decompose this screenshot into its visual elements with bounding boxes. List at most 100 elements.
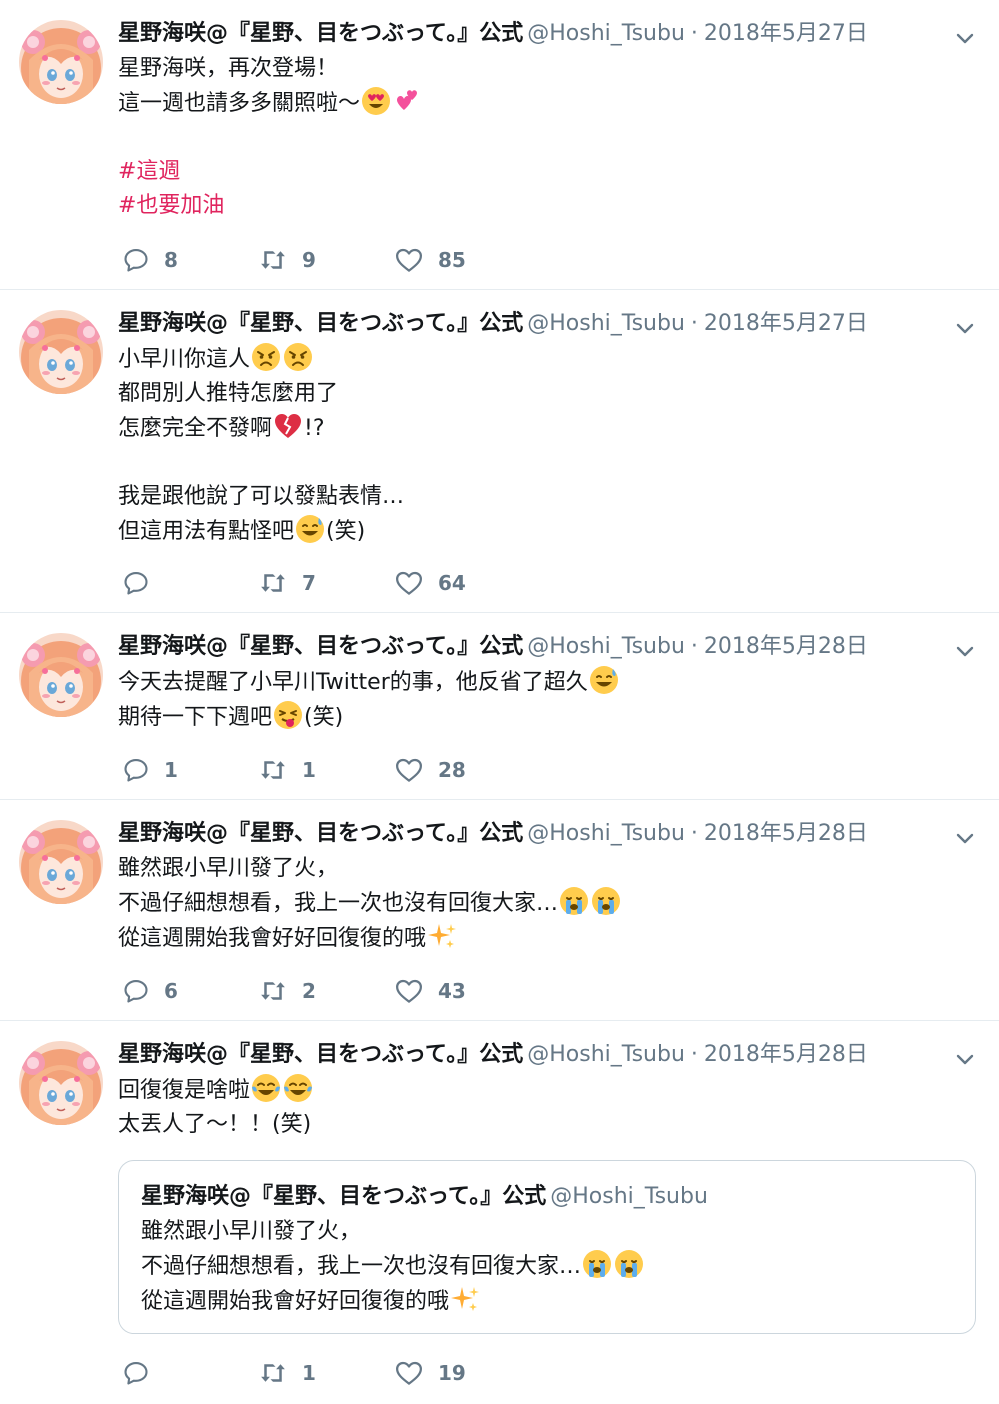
tweet-date[interactable]: 2018年5月28日 [704, 634, 868, 659]
author-name[interactable]: 星野海咲@『星野、目をつぶって。』公式 [118, 634, 523, 659]
like-button[interactable]: 43 [394, 976, 466, 1006]
author-handle[interactable]: @Hoshi_Tsubu [527, 821, 685, 846]
text-line: 雖然跟小早川發了火， [118, 856, 339, 881]
reply-button[interactable] [122, 1358, 164, 1388]
like-count: 85 [438, 248, 466, 272]
tweet-header: 星野海咲@『星野、目をつぶって。』公式 @Hoshi_Tsubu · 2018年5月2… [118, 631, 919, 663]
retweet-count: 1 [302, 1361, 316, 1385]
tweet-date[interactable]: 2018年5月28日 [704, 821, 868, 846]
text-line: 怎麼完全不發啊 [118, 416, 273, 441]
reply-button[interactable]: 6 [122, 976, 178, 1006]
tweet-text: 今天去提醒了小早川Twitter的事，他反省了超久 期待一下下週吧 (笑) [118, 665, 958, 735]
tweet-text: 雖然跟小早川發了火， 不過仔細想想看，我上一次也沒有回復大家… 從這週開始我會好… [118, 852, 958, 956]
like-button[interactable]: 28 [394, 755, 466, 785]
reply-button[interactable] [122, 568, 164, 598]
reply-icon [122, 246, 150, 274]
retweet-button[interactable]: 2 [258, 976, 316, 1006]
chevron-down-icon[interactable] [953, 639, 977, 663]
like-button[interactable]: 85 [394, 245, 466, 275]
hashtag-link[interactable]: #也要加油 [118, 193, 224, 218]
crying-emoji [582, 1249, 612, 1279]
tweet-card[interactable]: 星野海咲@『星野、目をつぶって。』公式 @Hoshi_Tsubu · 2018年5月2… [0, 613, 999, 800]
hashtag-link[interactable]: #這週 [118, 159, 180, 184]
separator: · [690, 21, 698, 46]
sparkles-emoji [450, 1284, 480, 1314]
text-line-tail: (笑) [326, 519, 366, 544]
sweat-smile-emoji [295, 514, 325, 544]
tweet-date[interactable]: 2018年5月27日 [704, 311, 868, 336]
tweet-header: 星野海咲@『星野、目をつぶって。』公式 @Hoshi_Tsubu · 2018年5月2… [118, 1039, 919, 1071]
text-line: 都問別人推特怎麼用了 [118, 381, 339, 406]
author-name[interactable]: 星野海咲@『星野、目をつぶって。』公式 [118, 21, 523, 46]
reply-count: 8 [164, 248, 178, 272]
tweet-card[interactable]: 星野海咲@『星野、目をつぶって。』公式 @Hoshi_Tsubu · 2018年5月2… [0, 290, 999, 613]
chevron-down-icon[interactable] [953, 1047, 977, 1071]
tweet-date[interactable]: 2018年5月28日 [704, 1042, 868, 1067]
avatar[interactable] [19, 820, 103, 904]
heart-icon [394, 976, 424, 1006]
tongue-wink-emoji [273, 700, 303, 730]
quoted-tweet[interactable]: 星野海咲@『星野、目をつぶって。』公式 @Hoshi_Tsubu 雖然跟小早川發了… [118, 1160, 976, 1334]
text-line: 但這用法有點怪吧 [118, 519, 295, 544]
retweet-button[interactable]: 9 [258, 245, 316, 275]
like-count: 19 [438, 1361, 466, 1385]
reply-count: 1 [164, 758, 178, 782]
quoted-tweet-text: 雖然跟小早川發了火， 不過仔細想想看，我上一次也沒有回復大家… 從這週開始我會好… [141, 1215, 645, 1319]
retweet-button[interactable]: 7 [258, 568, 316, 598]
retweet-icon [258, 568, 288, 598]
chevron-down-icon[interactable] [953, 826, 977, 850]
author-handle[interactable]: @Hoshi_Tsubu [527, 21, 685, 46]
text-line: 不過仔細想想看，我上一次也沒有回復大家… [141, 1254, 582, 1279]
like-button[interactable]: 19 [394, 1358, 466, 1388]
tweet-card[interactable]: 星野海咲@『星野、目をつぶって。』公式 @Hoshi_Tsubu · 2018年5月2… [0, 800, 999, 1021]
avatar[interactable] [19, 310, 103, 394]
text-line: 回復復是啥啦 [118, 1078, 251, 1103]
retweet-button[interactable]: 1 [258, 755, 316, 785]
heart-icon [394, 568, 424, 598]
retweet-icon [258, 976, 288, 1006]
quoted-author-handle: @Hoshi_Tsubu [550, 1184, 708, 1209]
author-name[interactable]: 星野海咲@『星野、目をつぶって。』公式 [118, 1042, 523, 1067]
author-name[interactable]: 星野海咲@『星野、目をつぶって。』公式 [118, 311, 523, 336]
two-hearts-emoji [393, 86, 423, 116]
text-line-tail: !? [304, 416, 325, 441]
text-line: 不過仔細想想看，我上一次也沒有回復大家… [118, 891, 559, 916]
text-line: 今天去提醒了小早川Twitter的事，他反省了超久 [118, 670, 588, 695]
text-line: 太丟人了～！！(笑) [118, 1112, 312, 1137]
text-line: 期待一下下週吧 [118, 705, 273, 730]
chevron-down-icon[interactable] [953, 26, 977, 50]
text-line-tail: (笑) [304, 705, 344, 730]
tears-of-joy-emoji [283, 1073, 313, 1103]
retweet-icon [258, 245, 288, 275]
quoted-tweet-header: 星野海咲@『星野、目をつぶって。』公式 @Hoshi_Tsubu [141, 1181, 708, 1213]
broken-heart-emoji [273, 411, 303, 441]
avatar[interactable] [19, 633, 103, 717]
text-line: 從這週開始我會好好回復復的哦 [118, 926, 427, 951]
author-name[interactable]: 星野海咲@『星野、目をつぶって。』公式 [118, 821, 523, 846]
tweet-card[interactable]: 星野海咲@『星野、目をつぶって。』公式 @Hoshi_Tsubu · 2018年5月2… [0, 1021, 999, 1404]
retweet-count: 9 [302, 248, 316, 272]
tweet-card[interactable]: 星野海咲@『星野、目をつぶって。』公式 @Hoshi_Tsubu · 2018年5月2… [0, 0, 999, 290]
tweet-header: 星野海咲@『星野、目をつぶって。』公式 @Hoshi_Tsubu · 2018年5月2… [118, 308, 919, 340]
author-handle[interactable]: @Hoshi_Tsubu [527, 1042, 685, 1067]
retweet-button[interactable]: 1 [258, 1358, 316, 1388]
crying-emoji [591, 886, 621, 916]
reply-button[interactable]: 1 [122, 755, 178, 785]
author-handle[interactable]: @Hoshi_Tsubu [527, 634, 685, 659]
text-line: 從這週開始我會好好回復復的哦 [141, 1289, 450, 1314]
like-button[interactable]: 64 [394, 568, 466, 598]
tweet-date[interactable]: 2018年5月27日 [704, 21, 868, 46]
avatar[interactable] [19, 1041, 103, 1125]
tears-of-joy-emoji [251, 1073, 281, 1103]
retweet-icon [258, 1358, 288, 1388]
retweet-count: 2 [302, 979, 316, 1003]
heart-icon [394, 1358, 424, 1388]
tweet-text: 星野海咲，再次登場！ 這一週也請多多關照啦～ #這週 #也要加油 [118, 52, 958, 223]
avatar[interactable] [19, 20, 103, 104]
sweat-smile-emoji [589, 665, 619, 695]
tweet-text: 小早川你這人 都問別人推特怎麼用了 怎麼完全不發啊!? 我是跟他說了可以發點表情… [118, 342, 958, 549]
chevron-down-icon[interactable] [953, 316, 977, 340]
author-handle[interactable]: @Hoshi_Tsubu [527, 311, 685, 336]
reply-count: 6 [164, 979, 178, 1003]
reply-button[interactable]: 8 [122, 245, 178, 275]
